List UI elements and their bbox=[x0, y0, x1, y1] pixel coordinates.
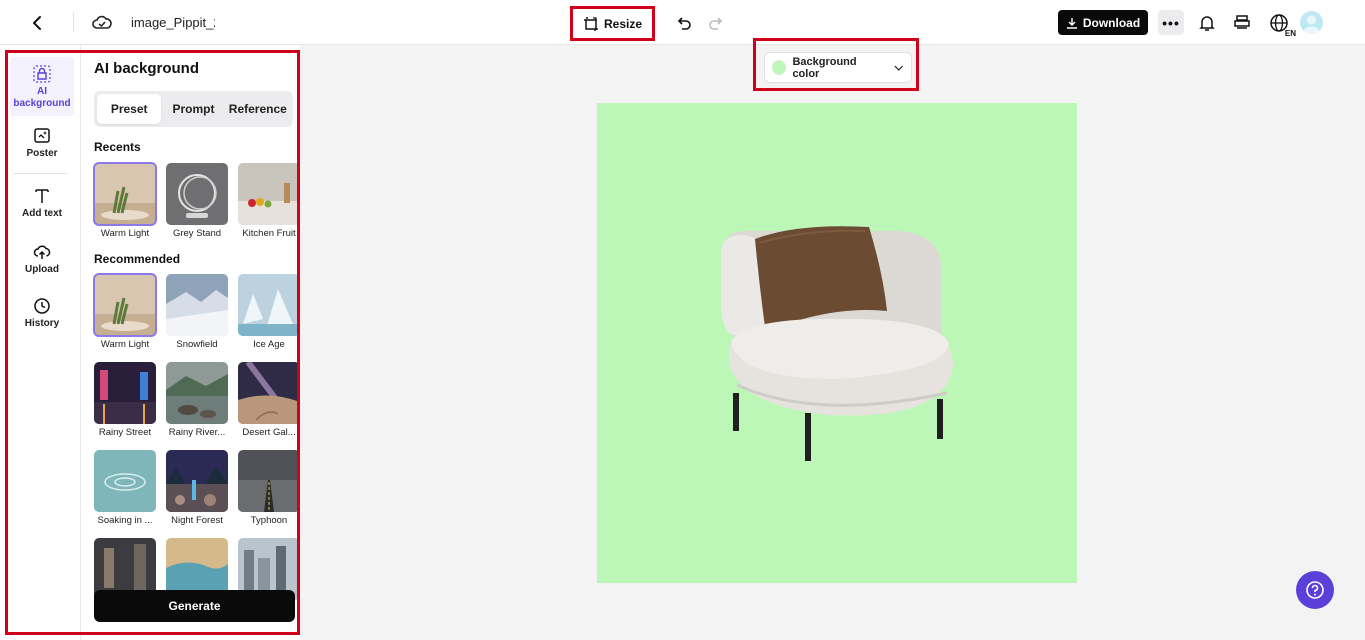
download-button[interactable]: Download bbox=[1058, 10, 1148, 35]
thumb-image bbox=[166, 450, 228, 512]
thumb-image bbox=[238, 450, 300, 512]
chevron-down-icon bbox=[893, 65, 903, 71]
ai-background-panel: AI background Preset Prompt Reference Re… bbox=[81, 45, 300, 640]
notifications-button[interactable] bbox=[1195, 11, 1219, 35]
generate-button[interactable]: Generate bbox=[94, 590, 295, 622]
nav-label: Poster bbox=[26, 148, 58, 159]
nav-history[interactable]: History bbox=[10, 297, 74, 330]
preset-night-forest[interactable]: Night Forest bbox=[166, 450, 228, 526]
background-color-button[interactable]: Background color bbox=[764, 52, 912, 83]
tab-prompt[interactable]: Prompt bbox=[161, 94, 225, 124]
preset-label: Warm Light bbox=[100, 228, 150, 239]
preset-label: Night Forest bbox=[171, 515, 223, 526]
cloud-sync-button[interactable] bbox=[90, 11, 114, 35]
language-button[interactable]: EN bbox=[1266, 10, 1296, 38]
thumb-image bbox=[93, 273, 157, 337]
avatar-icon bbox=[1303, 15, 1320, 34]
nav-label: Upload bbox=[25, 264, 59, 275]
preset-snowfield[interactable]: Snowfield bbox=[166, 274, 228, 350]
upload-icon bbox=[33, 245, 51, 259]
preset-label: Ice Age bbox=[253, 339, 285, 350]
top-bar: image_Pippit_20 Resize Download ••• EN bbox=[0, 0, 1365, 45]
undo-button[interactable] bbox=[672, 11, 696, 35]
more-options-button[interactable]: ••• bbox=[1158, 10, 1184, 35]
preset-grey-stand[interactable]: Grey Stand bbox=[166, 163, 228, 239]
tab-reference[interactable]: Reference bbox=[226, 94, 290, 124]
cloud-icon bbox=[92, 15, 112, 29]
resize-icon bbox=[583, 16, 598, 31]
background-color-highlight: Background color bbox=[753, 38, 919, 91]
tab-preset[interactable]: Preset bbox=[97, 94, 162, 124]
help-button[interactable] bbox=[1296, 571, 1334, 609]
chevron-left-icon bbox=[33, 16, 41, 30]
thumb-image bbox=[238, 362, 300, 424]
divider bbox=[73, 12, 74, 32]
layers-icon bbox=[1234, 15, 1250, 29]
thumb-image bbox=[93, 162, 157, 226]
preset-label: Warm Light bbox=[100, 339, 150, 350]
nav-upload[interactable]: Upload bbox=[10, 243, 74, 276]
recents-title: Recents bbox=[94, 140, 141, 154]
resize-button[interactable]: Resize bbox=[570, 6, 655, 41]
redo-button[interactable] bbox=[704, 11, 728, 35]
nav-ai-background[interactable]: AI background bbox=[10, 57, 74, 116]
preset-warm-light-recommended[interactable]: Warm Light bbox=[93, 273, 157, 350]
preset-label: Soaking in ... bbox=[97, 515, 153, 526]
nav-label: History bbox=[24, 318, 60, 329]
preset-label: Grey Stand bbox=[172, 228, 222, 239]
preset-rainy-street[interactable]: Rainy Street bbox=[94, 362, 156, 438]
thumb-image bbox=[166, 274, 228, 336]
nav-divider bbox=[14, 173, 67, 174]
thumb-image bbox=[238, 163, 300, 225]
preset-kitchen-fruit[interactable]: Kitchen Fruit bbox=[238, 163, 300, 239]
preset-desert-galaxy[interactable]: Desert Gal... bbox=[238, 362, 300, 438]
preset-label: Kitchen Fruit bbox=[242, 228, 296, 239]
history-icon bbox=[34, 298, 50, 314]
thumb-image bbox=[94, 450, 156, 512]
download-label: Download bbox=[1082, 15, 1141, 30]
redo-icon bbox=[709, 17, 723, 30]
background-color-label: Background color bbox=[792, 55, 857, 80]
preset-rainy-river[interactable]: Rainy River... bbox=[166, 362, 228, 438]
preset-warm-light[interactable]: Warm Light bbox=[93, 162, 157, 239]
avatar[interactable] bbox=[1300, 11, 1323, 34]
back-button[interactable] bbox=[26, 11, 50, 35]
nav-poster[interactable]: Poster bbox=[10, 127, 74, 160]
preset-label: Desert Gal... bbox=[242, 427, 296, 438]
preset-label: Rainy Street bbox=[98, 427, 152, 438]
language-badge: EN bbox=[1284, 29, 1296, 38]
file-name[interactable]: image_Pippit_20 bbox=[131, 15, 215, 30]
bell-icon bbox=[1199, 16, 1215, 31]
preset-ice-age[interactable]: Ice Age bbox=[238, 274, 300, 350]
color-swatch bbox=[772, 60, 787, 75]
resize-label: Resize bbox=[603, 16, 643, 31]
text-icon bbox=[35, 189, 49, 203]
ai-background-icon bbox=[33, 65, 51, 83]
panel-tabs: Preset Prompt Reference bbox=[94, 91, 293, 127]
left-nav: AI background Poster Add text Upload His… bbox=[0, 45, 81, 640]
armchair-image bbox=[721, 226, 953, 461]
print-button[interactable] bbox=[1230, 11, 1254, 35]
preset-label: Typhoon bbox=[250, 515, 288, 526]
thumb-image bbox=[94, 362, 156, 424]
help-icon bbox=[1306, 581, 1324, 599]
poster-icon bbox=[34, 128, 50, 143]
nav-add-text[interactable]: Add text bbox=[10, 187, 74, 220]
nav-label: Add text bbox=[22, 208, 62, 219]
thumb-image bbox=[166, 163, 228, 225]
nav-label: AI background bbox=[13, 86, 71, 109]
preset-label: Snowfield bbox=[176, 339, 218, 350]
preset-typhoon[interactable]: Typhoon bbox=[238, 450, 300, 526]
preset-label: Rainy River... bbox=[168, 427, 226, 438]
download-icon bbox=[1066, 17, 1077, 29]
recommended-title: Recommended bbox=[94, 252, 181, 266]
artboard[interactable] bbox=[597, 103, 1077, 583]
panel-title: AI background bbox=[94, 60, 200, 77]
preset-soaking[interactable]: Soaking in ... bbox=[94, 450, 156, 526]
thumb-image bbox=[166, 362, 228, 424]
thumb-image bbox=[238, 274, 300, 336]
undo-icon bbox=[677, 17, 691, 30]
